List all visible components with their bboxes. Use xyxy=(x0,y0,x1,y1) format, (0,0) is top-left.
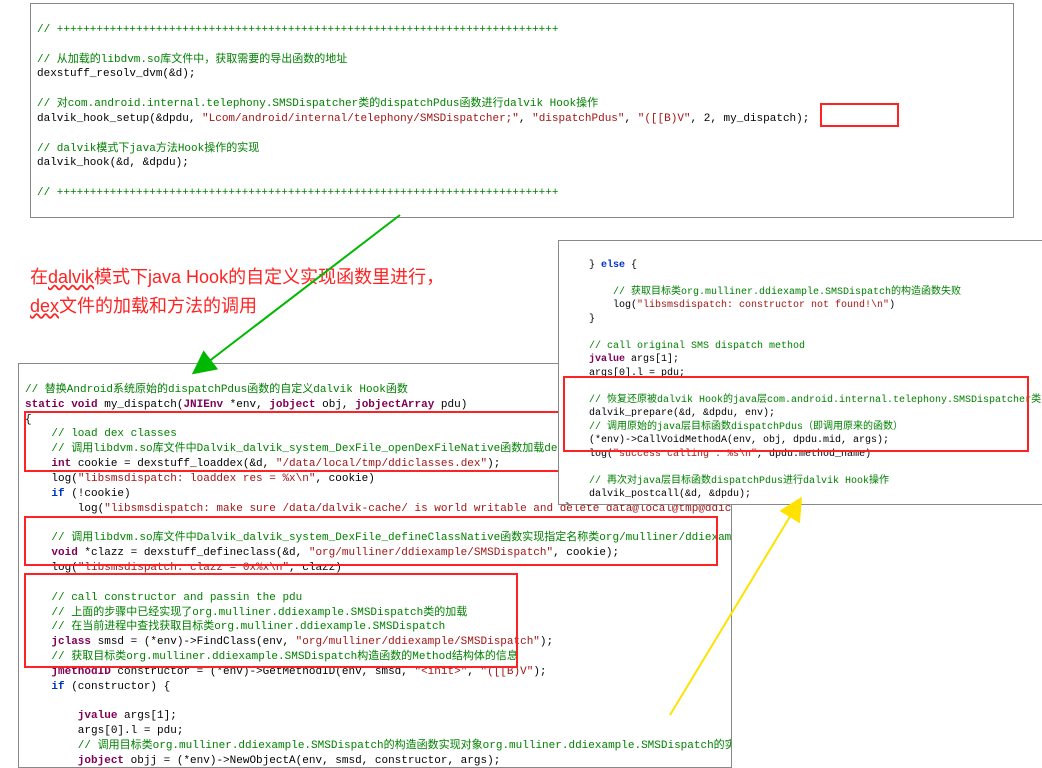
comment-line: // 调用目标类org.mulliner.ddiexample.SMSDispa… xyxy=(25,740,732,752)
comment-line: // load dex classes xyxy=(25,428,177,440)
code-line: log("libsmsdispatch: clazz = 0x%x\n", cl… xyxy=(25,562,342,574)
comment-line: // 获取目标类org.mulliner.ddiexample.SMSDispa… xyxy=(565,287,961,298)
code-line: dalvik_hook(&d, &dpdu); xyxy=(37,157,189,169)
comment-line: // 对com.android.internal.telephony.SMSDi… xyxy=(37,98,598,110)
code-line: jclass smsd = (*env)->FindClass(env, "or… xyxy=(25,636,553,648)
code-line: dalvik_postcall(&d, &dpdu); xyxy=(565,489,751,500)
comment-line: // dalvik模式下java方法Hook操作的实现 xyxy=(37,143,259,155)
comment-line: // +++++++++++++++++++++++++++++++++++++… xyxy=(37,24,559,36)
code-line: jmethodID constructor = (*env)->GetMetho… xyxy=(25,666,547,678)
comment-line: // 替换Android系统原始的dispatchPdus函数的自定义dalvi… xyxy=(25,384,408,396)
code-line: static void my_dispatch(JNIEnv *env, job… xyxy=(25,399,467,411)
comment-line: // 再次对java层目标函数dispatchPdus进行dalvik Hook… xyxy=(565,476,889,487)
code-line: (*env)->CallVoidMethodA(env, obj, dpdu.m… xyxy=(565,435,889,446)
annotation-text: 在dalvik模式下java Hook的自定义实现函数里进行， dex文件的加载… xyxy=(30,263,490,321)
code-line: args[0].l = pdu; xyxy=(25,725,183,737)
code-line: jvalue args[1]; xyxy=(565,354,679,365)
comment-line: // +++++++++++++++++++++++++++++++++++++… xyxy=(37,187,559,199)
code-line: dexstuff_resolv_dvm(&d); xyxy=(37,68,195,80)
code-line: } xyxy=(565,314,595,325)
code-line: jobject objj = (*env)->NewObjectA(env, s… xyxy=(25,755,500,767)
comment-line: // 获取目标类org.mulliner.ddiexample.SMSDispa… xyxy=(25,651,518,663)
code-line: } xyxy=(565,503,571,506)
code-line: { xyxy=(25,414,32,426)
comment-line: // 上面的步骤中已经实现了org.mulliner.ddiexample.SM… xyxy=(25,607,467,619)
code-block-right: } else { // 获取目标类org.mulliner.ddiexample… xyxy=(558,240,1042,505)
comment-line: // 调用原始的java层目标函数dispatchPdus（即调用原来的函数） xyxy=(565,422,903,433)
code-line: dalvik_hook_setup(&dpdu, "Lcom/android/i… xyxy=(37,113,809,125)
code-line: log("success calling : %s\n", dpdu.metho… xyxy=(565,449,871,460)
comment-line: // 调用libdvm.so库文件中Dalvik_dalvik_system_D… xyxy=(25,532,732,544)
comment-line: // call constructor and passin the pdu xyxy=(25,592,302,604)
code-line: int cookie = dexstuff_loaddex(&d, "/data… xyxy=(25,458,500,470)
code-line: void *clazz = dexstuff_defineclass(&d, "… xyxy=(25,547,619,559)
comment-line: // 从加载的libdvm.so库文件中，获取需要的导出函数的地址 xyxy=(37,54,347,66)
code-line: args[0].l = pdu; xyxy=(565,368,685,379)
code-line: if (constructor) { xyxy=(25,681,170,693)
comment-line: // 调用libdvm.so库文件中Dalvik_dalvik_system_D… xyxy=(25,443,630,455)
code-line: } else { xyxy=(565,260,637,271)
code-block-top: // +++++++++++++++++++++++++++++++++++++… xyxy=(30,3,1014,218)
code-line: jvalue args[1]; xyxy=(25,710,177,722)
code-line: log("libsmsdispatch: loaddex res = %x\n"… xyxy=(25,473,375,485)
code-line: log("libsmsdispatch: constructor not fou… xyxy=(565,300,895,311)
comment-line: // 恢复还原被dalvik Hook的java层com.android.int… xyxy=(565,395,1042,406)
code-line: dalvik_prepare(&d, &dpdu, env); xyxy=(565,408,775,419)
comment-line: // 在当前进程中查找获取目标类org.mulliner.ddiexample.… xyxy=(25,621,445,633)
comment-line: // call original SMS dispatch method xyxy=(565,341,805,352)
code-line: if (!cookie) xyxy=(25,488,131,500)
